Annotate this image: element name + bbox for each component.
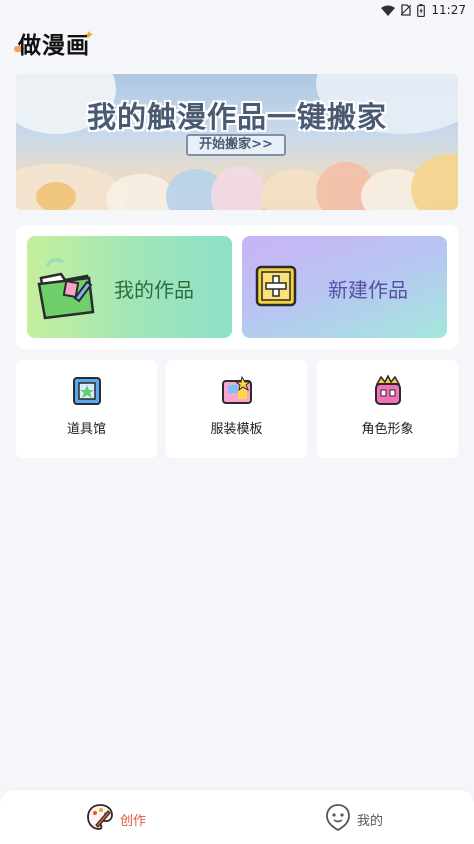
nav-mine-tab[interactable]: 我的 [325, 804, 383, 834]
folder-icon [35, 252, 99, 322]
bottom-navigation: 创作 我的 [0, 790, 474, 844]
status-time: 11:27 [431, 3, 466, 17]
create-actions-card: 我的作品 新建作品 [16, 225, 458, 349]
sparkle-icon: ✦ [84, 28, 95, 42]
new-work-button[interactable]: 新建作品 [242, 236, 447, 338]
battery-icon [417, 3, 426, 17]
face-icon [325, 803, 351, 835]
clothing-template-button[interactable]: 服装模板 [166, 360, 307, 458]
plus-icon [254, 264, 298, 308]
nav-create-tab[interactable]: 创作 [86, 804, 146, 834]
my-works-label: 我的作品 [114, 278, 194, 302]
character-image-button[interactable]: 角色形象 [317, 360, 458, 458]
prop-shop-label: 道具馆 [66, 422, 106, 437]
promo-banner[interactable]: 我的触漫作品一键搬家 开始搬家>> [16, 74, 458, 210]
prop-frame-icon [70, 374, 104, 408]
character-icon [371, 374, 405, 408]
palette-icon [86, 803, 114, 835]
clothing-icon [220, 374, 254, 408]
my-works-button[interactable]: 我的作品 [27, 236, 232, 338]
app-title: 做漫画 [18, 33, 90, 59]
wifi-icon [381, 5, 396, 16]
new-work-label: 新建作品 [328, 278, 408, 302]
no-sim-icon [401, 4, 412, 16]
banner-cta-button[interactable]: 开始搬家>> [186, 134, 286, 156]
nav-mine-label: 我的 [357, 813, 384, 829]
prop-shop-button[interactable]: 道具馆 [16, 360, 157, 458]
banner-headline: 我的触漫作品一键搬家 [86, 100, 387, 134]
status-bar: 11:27 [0, 0, 474, 20]
character-image-label: 角色形象 [361, 422, 414, 437]
nav-create-label: 创作 [120, 813, 147, 829]
clothing-template-label: 服装模板 [210, 422, 263, 437]
